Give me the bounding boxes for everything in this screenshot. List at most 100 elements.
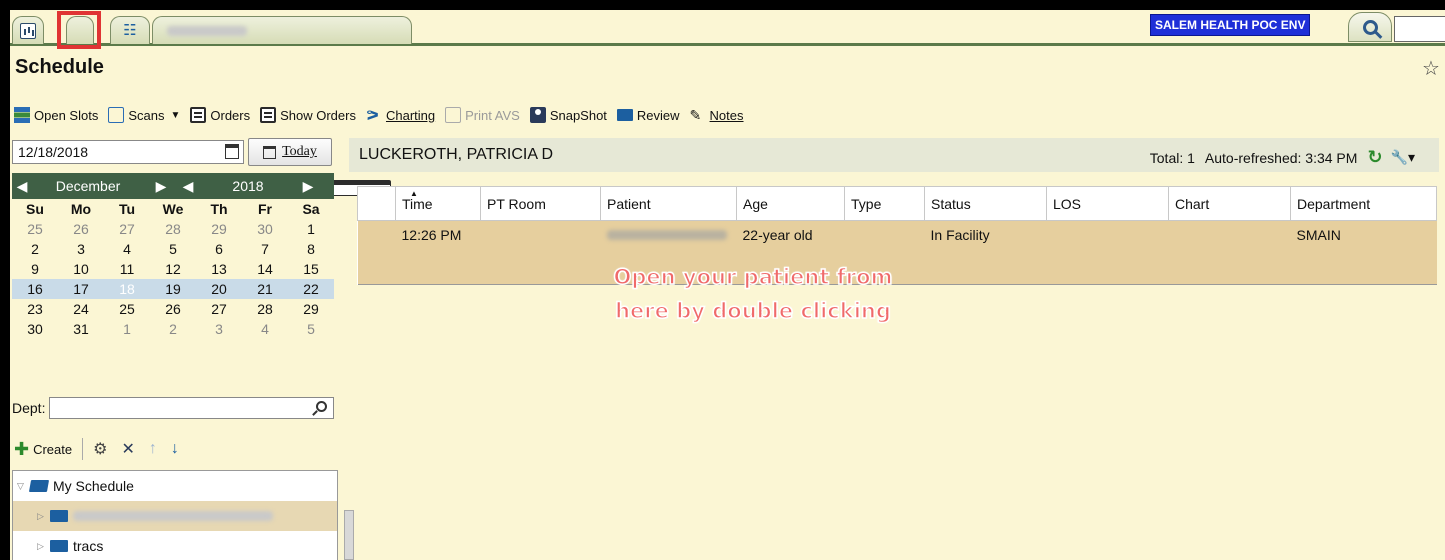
favorite-star-icon[interactable]: ☆ (1422, 56, 1440, 81)
arrow-up-icon[interactable]: ↑ (149, 440, 157, 458)
calendar-day[interactable]: 14 (242, 259, 288, 279)
calendar-day[interactable]: 28 (242, 299, 288, 319)
environment-badge: SALEM HEALTH POC ENV (1150, 14, 1311, 36)
arrow-down-icon[interactable]: ↓ (171, 440, 179, 458)
open-slots-button[interactable]: Open Slots (14, 107, 98, 123)
show-orders-label: Show Orders (280, 107, 356, 123)
calendar-day[interactable]: 20 (196, 279, 242, 299)
calendar-day[interactable]: 25 (12, 219, 58, 239)
gears-icon[interactable]: ⚙ (93, 439, 107, 459)
today-button[interactable]: Today (248, 138, 332, 166)
tab-patient-list[interactable]: ☷ (110, 16, 150, 44)
calendar-day[interactable]: 3 (58, 239, 104, 259)
print-avs-button[interactable]: Print AVS (445, 107, 520, 123)
mini-calendar: ◀ December ▶ ◀ 2018 ▶ Su Mo Tu We Th Fr Sa 25 2… (12, 173, 334, 339)
calendar-day[interactable]: 15 (288, 259, 334, 279)
expand-icon[interactable]: ▷ (37, 541, 47, 552)
calendar-day[interactable]: 24 (58, 299, 104, 319)
tree-item-tracs[interactable]: ▷ tracs (13, 531, 337, 560)
column-header-age[interactable]: Age (736, 186, 845, 221)
create-button[interactable]: Create (33, 442, 72, 457)
column-header-pt-room[interactable]: PT Room (480, 186, 601, 221)
tab-chart[interactable] (12, 16, 44, 44)
prev-month-icon[interactable]: ◀ (12, 178, 32, 195)
collapse-icon[interactable]: ▽ (17, 481, 27, 492)
calendar-day[interactable]: 4 (242, 319, 288, 339)
column-header-status[interactable]: Status (924, 186, 1047, 221)
weekday-header: Th (210, 201, 228, 217)
calendar-day[interactable]: 26 (150, 299, 196, 319)
column-header-label: Age (743, 195, 768, 212)
column-header-chart[interactable]: Chart (1168, 186, 1291, 221)
calendar-day[interactable]: 2 (150, 319, 196, 339)
next-year-icon[interactable]: ▶ (298, 178, 318, 195)
column-header-time[interactable]: Time ▲ (395, 186, 481, 221)
weekday-header: Su (26, 201, 44, 217)
calendar-day[interactable]: 16 (12, 279, 58, 299)
calendar-day[interactable]: 12 (150, 259, 196, 279)
calendar-day[interactable]: 30 (12, 319, 58, 339)
tab-patient[interactable] (152, 16, 412, 44)
calendar-day[interactable]: 1 (104, 319, 150, 339)
calendar-day[interactable]: 23 (12, 299, 58, 319)
column-header-type[interactable]: Type (844, 186, 925, 221)
orders-button[interactable]: Orders (190, 107, 250, 123)
calendar-day[interactable]: 13 (196, 259, 242, 279)
calendar-day[interactable]: 22 (288, 279, 334, 299)
calendar-day[interactable]: 9 (12, 259, 58, 279)
charting-button[interactable]: ᕗ Charting (366, 107, 435, 123)
tree-item-patient[interactable]: ▷ (13, 501, 337, 531)
calendar-day[interactable]: 5 (150, 239, 196, 259)
column-header-department[interactable]: Department (1290, 186, 1437, 221)
clipboard-icon (260, 107, 277, 123)
search-icon[interactable] (316, 401, 327, 412)
calendar-day[interactable]: 28 (150, 219, 196, 239)
calendar-day[interactable]: 19 (150, 279, 196, 299)
redacted-patient-name (167, 25, 247, 36)
calendar-day[interactable]: 27 (104, 219, 150, 239)
calendar-picker-icon[interactable] (225, 144, 239, 159)
refresh-icon[interactable]: ↻ (1367, 147, 1382, 168)
expand-icon[interactable]: ▷ (37, 511, 47, 522)
calendar-day[interactable]: 26 (58, 219, 104, 239)
calendar-day[interactable]: 18 (104, 279, 150, 299)
search-button[interactable] (1348, 12, 1392, 42)
calendar-day[interactable]: 30 (242, 219, 288, 239)
search-input[interactable] (1394, 16, 1445, 42)
patient-bar: LUCKEROTH, PATRICIA D Total: 1 Auto-refr… (349, 138, 1439, 172)
snapshot-button[interactable]: SnapShot (529, 107, 607, 123)
prev-year-icon[interactable]: ◀ (178, 178, 198, 195)
calendar-day[interactable]: 11 (104, 259, 150, 279)
calendar-day[interactable]: 8 (288, 239, 334, 259)
dept-input[interactable] (49, 397, 334, 419)
show-orders-button[interactable]: Show Orders (260, 107, 356, 123)
calendar-day[interactable]: 2 (12, 239, 58, 259)
next-month-icon[interactable]: ▶ (144, 178, 178, 195)
calendar-day[interactable]: 31 (58, 319, 104, 339)
calendar-day[interactable]: 6 (196, 239, 242, 259)
calendar-day[interactable]: 7 (242, 239, 288, 259)
app-window: ☷ SALEM HEALTH POC ENV Schedule ☆ Open S… (10, 10, 1445, 560)
calendar-day[interactable]: 29 (196, 219, 242, 239)
calendar-day[interactable]: 3 (196, 319, 242, 339)
instruction-callout: Open your patient from here by double cl… (573, 260, 933, 328)
calendar-day[interactable]: 25 (104, 299, 150, 319)
calendar-day[interactable]: 29 (288, 299, 334, 319)
wrench-icon[interactable]: 🔧▾ (1391, 149, 1415, 166)
delete-icon[interactable]: ✕ (121, 439, 134, 459)
column-header-patient[interactable]: Patient (600, 186, 737, 221)
calendar-day[interactable]: 21 (242, 279, 288, 299)
date-field[interactable]: 12/18/2018 (12, 140, 244, 164)
notes-button[interactable]: ✎ Notes (690, 107, 744, 123)
calendar-day[interactable]: 1 (288, 219, 334, 239)
review-button[interactable]: Review (616, 108, 680, 123)
tree-root[interactable]: ▽ My Schedule (13, 471, 337, 501)
calendar-day[interactable]: 27 (196, 299, 242, 319)
calendar-day[interactable]: 5 (288, 319, 334, 339)
column-header-los[interactable]: LOS (1046, 186, 1169, 221)
column-header-label: Patient (607, 195, 651, 212)
calendar-day[interactable]: 17 (58, 279, 104, 299)
calendar-day[interactable]: 4 (104, 239, 150, 259)
calendar-day[interactable]: 10 (58, 259, 104, 279)
scans-button[interactable]: Scans ▼ (108, 107, 180, 123)
